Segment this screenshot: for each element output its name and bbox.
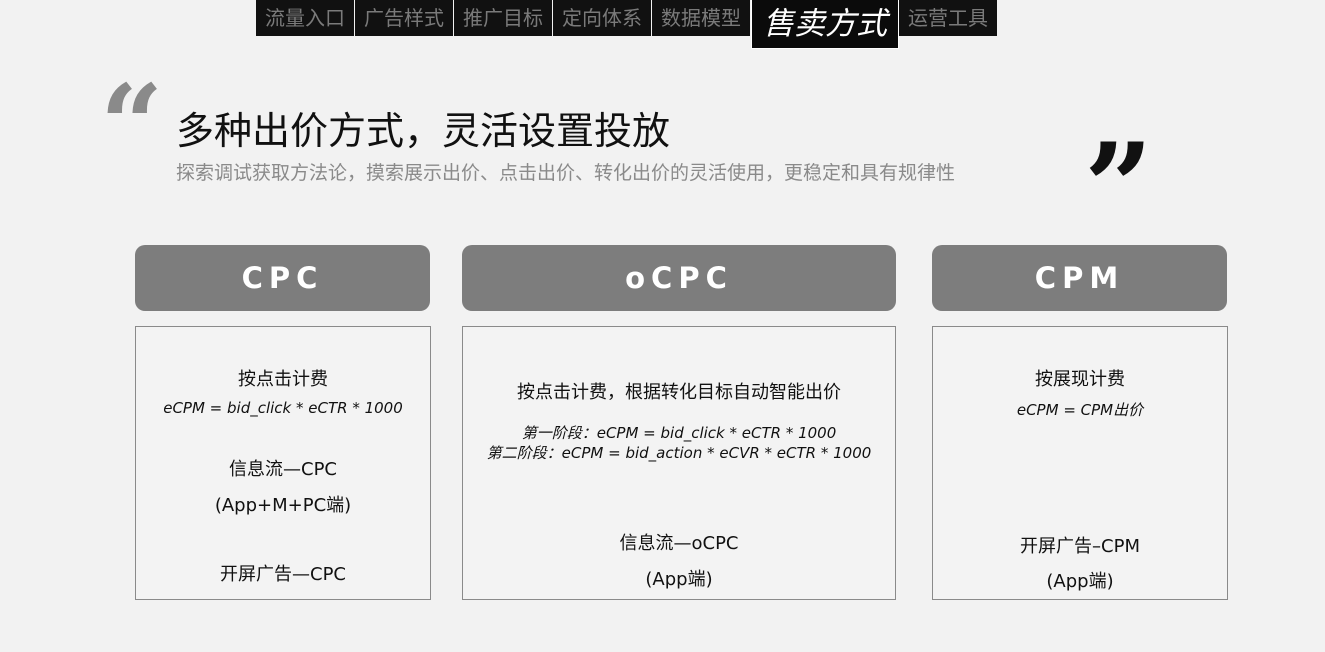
open-quote-mark: “ bbox=[100, 60, 164, 189]
ocpc-feed-label: 信息流—oCPC bbox=[619, 533, 739, 554]
nav-tab-traffic-entry[interactable]: 流量入口 bbox=[256, 0, 355, 36]
page-subtitle: 探索调试获取方法论，摸索展示出价、点击出价、转化出价的灵活使用，更稳定和具有规律… bbox=[176, 162, 956, 184]
ocpc-stage1-formula: 第一阶段：eCPM = bid_click * eCTR * 1000 bbox=[521, 424, 837, 442]
cpm-header: CPM bbox=[932, 245, 1227, 311]
nav-tab-ad-styles[interactable]: 广告样式 bbox=[355, 0, 454, 36]
cpm-splash-platforms: (App端) bbox=[1046, 571, 1114, 592]
nav-tab-data-model[interactable]: 数据模型 bbox=[652, 0, 751, 36]
nav-tab-sales-methods[interactable]: 售卖方式 bbox=[751, 0, 899, 49]
cpm-formula: eCPM = CPM出价 bbox=[1016, 401, 1144, 419]
ocpc-feed-platforms: (App端) bbox=[645, 569, 713, 590]
cpm-card: 按展现计费 eCPM = CPM出价 开屏广告–CPM (App端) bbox=[932, 326, 1228, 600]
cpm-billing: 按展现计费 bbox=[1035, 369, 1125, 390]
cpm-splash-label: 开屏广告–CPM bbox=[1020, 536, 1140, 557]
cpc-feed-label: 信息流—CPC bbox=[229, 459, 337, 480]
nav-tab-targeting-system[interactable]: 定向体系 bbox=[553, 0, 652, 36]
cpc-feed-platforms: (App+M+PC端) bbox=[214, 495, 352, 516]
cpc-billing: 按点击计费 bbox=[238, 369, 328, 390]
cpc-header: CPC bbox=[135, 245, 430, 311]
nav-tab-promotion-goals[interactable]: 推广目标 bbox=[454, 0, 553, 36]
ocpc-billing: 按点击计费，根据转化目标自动智能出价 bbox=[517, 382, 841, 403]
nav-tab-operation-tools[interactable]: 运营工具 bbox=[899, 0, 998, 36]
close-quote-mark: ” bbox=[1084, 117, 1154, 258]
cpc-splash-label: 开屏广告—CPC bbox=[220, 564, 346, 585]
cpc-card: 按点击计费 eCPM = bid_click * eCTR * 1000 信息流… bbox=[135, 326, 431, 600]
top-nav: 流量入口 广告样式 推广目标 定向体系 数据模型 售卖方式 运营工具 bbox=[256, 0, 998, 49]
page-title: 多种出价方式，灵活设置投放 bbox=[176, 109, 671, 153]
cpc-formula: eCPM = bid_click * eCTR * 1000 bbox=[163, 399, 403, 417]
ocpc-card: 按点击计费，根据转化目标自动智能出价 第一阶段：eCPM = bid_click… bbox=[462, 326, 896, 600]
ocpc-stage2-formula: 第二阶段：eCPM = bid_action * eCVR * eCTR * 1… bbox=[486, 444, 872, 462]
ocpc-header: oCPC bbox=[462, 245, 896, 311]
